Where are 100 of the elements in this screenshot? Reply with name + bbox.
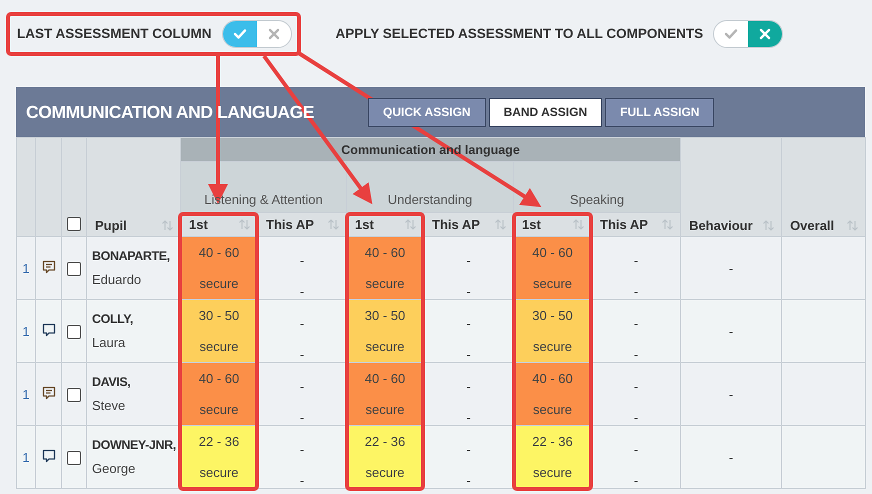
band-text: 30 - 50 (531, 308, 574, 324)
dash-text: - (465, 411, 472, 425)
dash-text: - (465, 474, 472, 488)
step-text: secure (364, 402, 406, 418)
band-text: 22 - 36 (531, 434, 574, 450)
header-cell[interactable]: This AP (424, 212, 514, 236)
pupil-surname: DAVIS, (92, 374, 132, 391)
sort-icon (661, 218, 674, 231)
sort-icon (404, 218, 417, 231)
assessment-cell[interactable]: 30 - 50 secure (346, 300, 424, 362)
comment-icon[interactable] (42, 448, 56, 462)
dash-text: - (465, 317, 472, 331)
dash-text: - (298, 348, 306, 362)
sort-icon (762, 218, 776, 232)
pupil-surname: DOWNEY-JNR, (92, 437, 177, 454)
assessment-cell[interactable]: 22 - 36 secure (346, 426, 424, 488)
step-text: secure (198, 465, 240, 481)
assessment-cell[interactable]: 40 - 60 secure (180, 236, 258, 300)
sort-icon (327, 218, 340, 231)
checkbox[interactable] (67, 388, 81, 402)
assessment-cell[interactable]: 40 - 60 secure (346, 236, 424, 300)
assessment-cell[interactable]: 40 - 60 secure (346, 362, 424, 426)
step-text: secure (198, 276, 240, 292)
checkbox[interactable] (67, 217, 81, 231)
dash-text: - (632, 285, 640, 299)
header-cell[interactable]: Overall (782, 138, 866, 236)
behaviour-value: - (728, 324, 734, 338)
dash-text: - (465, 443, 472, 457)
step-text: secure (532, 276, 574, 292)
dash-text: - (298, 317, 306, 331)
assessment-cell[interactable]: 30 - 50 secure (180, 300, 258, 362)
dash-text: - (465, 285, 472, 299)
dash-text: - (632, 317, 640, 331)
band-text: 22 - 36 (364, 434, 406, 450)
assessment-cell[interactable]: 30 - 50 secure (514, 300, 592, 362)
assessment-cell[interactable]: 40 - 60 secure (514, 362, 592, 426)
toggle-switch[interactable] (713, 20, 784, 48)
header-cell[interactable]: This AP (258, 212, 346, 236)
assign-button[interactable]: BAND ASSIGN (488, 98, 602, 126)
column-header: 1st (355, 217, 374, 232)
behaviour-value: - (728, 386, 734, 402)
band-text: 40 - 60 (364, 371, 406, 387)
column-header: 1st (522, 217, 541, 232)
assessment-cell[interactable]: 40 - 60 secure (180, 362, 258, 426)
checkbox[interactable] (67, 450, 81, 465)
pupil-forename: George (92, 460, 136, 478)
component-header: Understanding (388, 192, 472, 207)
column-header: Overall (790, 218, 834, 232)
comment-icon[interactable] (42, 386, 56, 400)
dash-text: - (632, 411, 640, 425)
pupil-forename: Laura (92, 334, 126, 352)
checkbox[interactable] (67, 324, 81, 339)
step-text: secure (198, 402, 240, 418)
row-number: 1 (22, 260, 30, 276)
assessment-cell[interactable]: 40 - 60 secure (514, 236, 592, 300)
step-text: secure (364, 465, 406, 481)
checkbox[interactable] (67, 262, 81, 276)
band-text: 40 - 60 (198, 371, 240, 387)
column-header: 1st (189, 217, 208, 232)
dash-text: - (298, 254, 306, 268)
dash-text: - (298, 474, 306, 488)
column-header: Behaviour (689, 218, 753, 232)
component-header: Speaking (570, 192, 624, 207)
comment-icon[interactable] (42, 260, 56, 274)
band-text: 40 - 60 (198, 245, 240, 261)
sort-icon (494, 218, 507, 231)
comment-icon[interactable] (42, 322, 56, 336)
column-header: This AP (266, 217, 314, 232)
column-header: This AP (432, 217, 480, 232)
header-cell[interactable]: This AP (592, 212, 681, 236)
header-cell[interactable]: Behaviour (680, 138, 782, 236)
dash-text: - (298, 411, 306, 425)
row-number: 1 (22, 386, 30, 402)
toggle-label: LAST ASSESSMENT COLUMN (17, 26, 212, 41)
pupil-surname: BONAPARTE, (92, 248, 171, 265)
step-text: secure (532, 465, 574, 481)
behaviour-value: - (728, 260, 734, 276)
dash-text: - (465, 254, 472, 268)
dash-text: - (465, 348, 472, 362)
sort-icon (238, 218, 251, 231)
band-text: 40 - 60 (531, 245, 574, 261)
band-text: 30 - 50 (198, 308, 240, 324)
dash-text: - (632, 443, 640, 457)
assessment-cell[interactable]: 22 - 36 secure (180, 426, 258, 488)
header-cell[interactable]: Pupil (86, 138, 180, 236)
pupil-surname: COLLY, (92, 311, 134, 328)
column-header: Pupil (95, 218, 127, 232)
band-text: 30 - 50 (364, 308, 406, 324)
pupil-forename: Steve (92, 397, 126, 415)
step-text: secure (364, 276, 406, 292)
dash-text: - (632, 348, 640, 362)
toggle-switch[interactable] (222, 20, 292, 48)
toggle-label: APPLY SELECTED ASSESSMENT TO ALL COMPONENTS (336, 26, 704, 41)
step-text: secure (198, 339, 240, 355)
assessment-cell[interactable]: 22 - 36 secure (514, 426, 592, 488)
sort-icon (572, 218, 585, 231)
row-number: 1 (22, 450, 30, 464)
band-text: 40 - 60 (364, 245, 406, 261)
sort-icon (846, 218, 860, 232)
dash-text: - (632, 380, 640, 394)
